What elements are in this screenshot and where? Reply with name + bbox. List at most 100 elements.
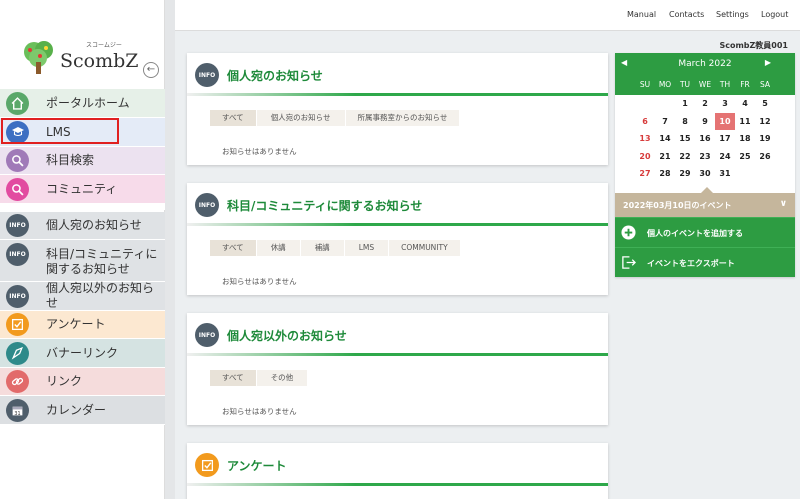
- calendar-day[interactable]: 26: [755, 148, 775, 166]
- tab-all[interactable]: すべて: [210, 370, 256, 386]
- home-icon: [6, 91, 29, 115]
- logout-link[interactable]: Logout: [761, 10, 788, 19]
- calendar-day[interactable]: 13: [635, 130, 655, 148]
- logo-kana: スコームジー: [86, 42, 122, 49]
- user-name: ScombZ教員001: [719, 41, 788, 50]
- calendar-day[interactable]: 1: [675, 95, 695, 113]
- calendar-day[interactable]: 5: [755, 95, 775, 113]
- sidebar-item-label-line1: 科目/コミュニティに: [46, 247, 158, 261]
- collapse-sidebar-button[interactable]: ←: [143, 62, 159, 78]
- tab-all[interactable]: すべて: [210, 240, 256, 256]
- card-title: アンケート: [227, 459, 287, 473]
- scombz-logo[interactable]: スコームジー ScombZ: [20, 32, 160, 82]
- selected-date-events-bar[interactable]: 2022年03月10日のイベント ∨: [615, 186, 795, 217]
- calendar-day[interactable]: 6: [635, 113, 655, 131]
- empty-message: お知らせはありません: [222, 407, 297, 416]
- calendar-day[interactable]: 8: [675, 113, 695, 131]
- add-event-label: 個人のイベントを追加する: [647, 228, 743, 238]
- sidebar-item-other-notices[interactable]: INFO 個人宛以外のお知らせ: [0, 281, 165, 311]
- sidebar-item-label: カレンダー: [46, 402, 107, 417]
- tab-other[interactable]: その他: [256, 370, 308, 386]
- calendar-day[interactable]: 4: [735, 95, 755, 113]
- tab-cancelled[interactable]: 休講: [256, 240, 300, 256]
- info-bubble-icon: INFO: [6, 214, 29, 237]
- sidebar-item-course-notices[interactable]: INFO 科目/コミュニティに 関するお知らせ: [0, 240, 165, 282]
- search-icon: [6, 177, 29, 201]
- calendar-day[interactable]: 29: [675, 165, 695, 183]
- tab-office[interactable]: 所属事務室からのお知らせ: [345, 110, 460, 126]
- calendar-day[interactable]: 31: [715, 165, 735, 183]
- calendar-empty-cell: [735, 165, 755, 183]
- calendar-day[interactable]: 18: [735, 130, 755, 148]
- weekday-label: WE: [698, 80, 712, 89]
- pointer-icon: [6, 341, 29, 365]
- survey-card: アンケート: [187, 443, 608, 499]
- calendar-day[interactable]: 24: [715, 148, 735, 166]
- calendar-day[interactable]: 23: [695, 148, 715, 166]
- link-icon: [6, 370, 29, 393]
- sidebar-item-label: 科目検索: [46, 153, 95, 167]
- tab-lms[interactable]: LMS: [344, 240, 389, 256]
- card-divider: [187, 353, 608, 356]
- sidebar-item-banner-links[interactable]: バナーリンク: [0, 339, 165, 368]
- calendar-day[interactable]: 20: [635, 148, 655, 166]
- calendar-day[interactable]: 17: [715, 130, 735, 148]
- tab-personal[interactable]: 個人宛のお知らせ: [256, 110, 345, 126]
- sidebar-item-links[interactable]: リンク: [0, 368, 165, 396]
- add-event-button[interactable]: 個人のイベントを追加する: [615, 216, 795, 247]
- calendar-day[interactable]: 14: [655, 130, 675, 148]
- sidebar-item-portal-home[interactable]: ポータルホーム: [0, 89, 165, 118]
- plus-circle-icon: [621, 224, 636, 240]
- calendar-day[interactable]: 21: [655, 148, 675, 166]
- top-navigation-bar: Manual Contacts Settings Logout: [175, 0, 800, 31]
- calendar-day[interactable]: 12: [755, 113, 775, 131]
- calendar-day[interactable]: 27: [635, 165, 655, 183]
- sidebar-item-community[interactable]: コミュニティ: [0, 175, 165, 204]
- calendar-day[interactable]: 19: [755, 130, 775, 148]
- next-month-button[interactable]: ▶: [765, 58, 771, 67]
- manual-link[interactable]: Manual: [627, 10, 656, 19]
- tab-all[interactable]: すべて: [210, 110, 256, 126]
- sidebar-item-personal-notices[interactable]: INFO 個人宛のお知らせ: [0, 212, 165, 240]
- empty-message: お知らせはありません: [222, 147, 297, 156]
- svg-text:31: 31: [14, 410, 20, 416]
- calendar-day[interactable]: 22: [675, 148, 695, 166]
- tree-logo-icon: [24, 41, 53, 74]
- calendar-day[interactable]: 30: [695, 165, 715, 183]
- personal-notices-card: INFO 個人宛のお知らせ すべて 個人宛のお知らせ 所属事務室からのお知らせ …: [187, 53, 608, 165]
- checkbox-icon: [195, 453, 219, 477]
- other-notices-card: INFO 個人宛以外のお知らせ すべて その他 お知らせはありません: [187, 313, 608, 425]
- settings-link[interactable]: Settings: [716, 10, 749, 19]
- calendar-day[interactable]: 10: [715, 112, 735, 130]
- export-event-button[interactable]: イベントをエクスポート: [615, 246, 795, 277]
- card-title: 個人宛以外のお知らせ: [227, 329, 347, 343]
- weekday-label: FR: [740, 80, 750, 89]
- calendar-day[interactable]: 25: [735, 148, 755, 166]
- calendar-days-grid: 1 2 3 4 5 6 7 8 9 10 11 12 13 14 15 16 17 18 19 20 21 22 23 24 2…: [615, 95, 795, 193]
- sidebar-item-label: 科目/コミュニティに 関するお知らせ: [46, 247, 157, 277]
- chevron-down-icon: ∨: [779, 198, 787, 209]
- info-bubble-icon: INFO: [6, 284, 29, 308]
- sidebar-item-course-search[interactable]: 科目検索: [0, 147, 165, 175]
- calendar-day[interactable]: 3: [715, 95, 735, 113]
- sidebar-separator: [0, 204, 165, 210]
- calendar-day[interactable]: 28: [655, 165, 675, 183]
- calendar-day[interactable]: 11: [735, 113, 755, 131]
- sidebar-item-calendar[interactable]: 31 カレンダー: [0, 396, 165, 425]
- calendar-day[interactable]: 15: [675, 130, 695, 148]
- contacts-link[interactable]: Contacts: [669, 10, 704, 19]
- calendar-day[interactable]: 2: [695, 95, 715, 113]
- tab-makeup[interactable]: 補講: [300, 240, 344, 256]
- calendar-day[interactable]: 7: [655, 113, 675, 131]
- sidebar-item-survey[interactable]: アンケート: [0, 311, 165, 339]
- sidebar: スコームジー ScombZ ← ポータルホーム LMS 科目検索 コミュニティ …: [0, 0, 165, 499]
- calendar-icon: 31: [6, 398, 29, 422]
- card-title: 個人宛のお知らせ: [227, 69, 323, 83]
- calendar-day[interactable]: 16: [695, 130, 715, 148]
- calendar-empty-cell: [635, 95, 655, 113]
- selected-date-events-title: 2022年03月10日のイベント: [623, 200, 732, 210]
- card-divider: [187, 483, 608, 486]
- calendar-day[interactable]: 9: [695, 113, 715, 131]
- tab-community[interactable]: COMMUNITY: [389, 240, 460, 256]
- weekday-label: MO: [658, 80, 672, 89]
